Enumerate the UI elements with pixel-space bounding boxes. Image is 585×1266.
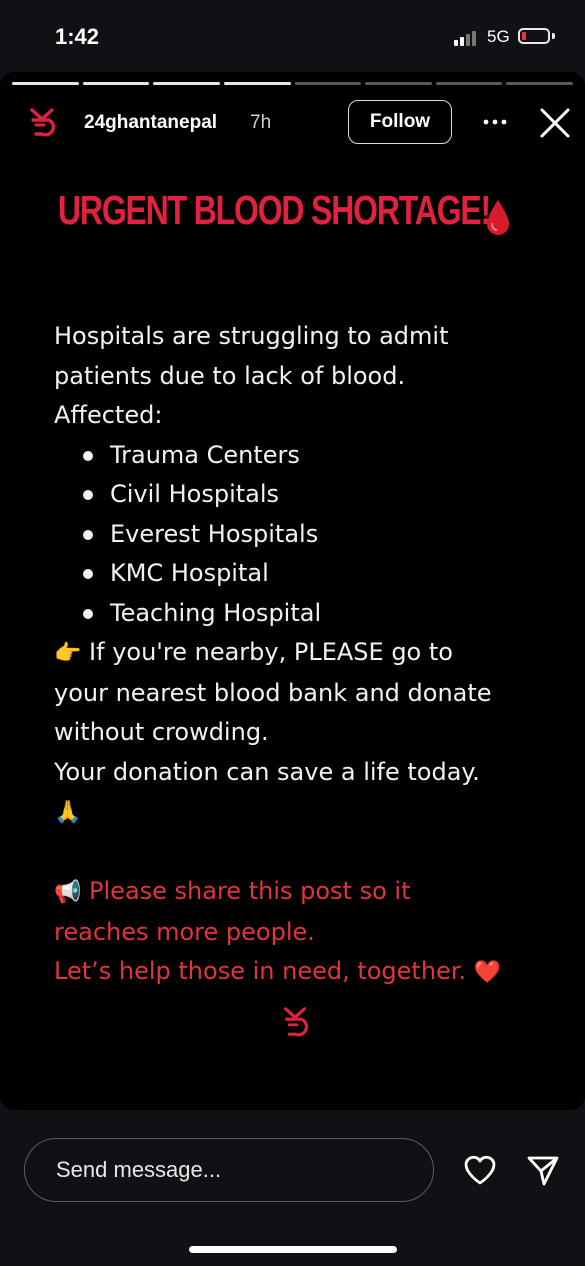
story-header: 24ghantanepal 7h Follow bbox=[0, 98, 585, 150]
brand-logo-icon bbox=[280, 1004, 310, 1040]
more-icon[interactable] bbox=[482, 112, 508, 132]
list-item: Teaching Hospital bbox=[54, 594, 574, 634]
status-time: 1:42 bbox=[55, 24, 100, 49]
red-heart-icon: ❤️ bbox=[473, 960, 502, 985]
cta-line: your nearest blood bank and donate bbox=[54, 678, 492, 707]
megaphone-icon: 📢 bbox=[54, 880, 82, 905]
pointing-hand-icon: 👉 bbox=[54, 641, 82, 666]
progress-segment bbox=[294, 82, 362, 85]
story-time-ago: 7h bbox=[250, 112, 272, 133]
blood-drop-icon bbox=[484, 198, 512, 238]
donation-line: Your donation can save a life today. bbox=[54, 757, 480, 786]
follow-button[interactable]: Follow bbox=[348, 100, 452, 144]
battery-tip bbox=[552, 33, 555, 39]
list-item: Trauma Centers bbox=[54, 436, 574, 476]
status-bar: 1:42 5G bbox=[0, 0, 585, 72]
close-icon[interactable] bbox=[538, 106, 572, 140]
cta-line: without crowding. bbox=[54, 718, 269, 746]
list-item: Everest Hospitals bbox=[54, 515, 574, 555]
heart-icon[interactable] bbox=[462, 1152, 498, 1188]
signal-icon bbox=[454, 30, 478, 46]
story-viewer[interactable]: 24ghantanepal 7h Follow URGENT BLOOD SHO… bbox=[0, 72, 585, 1110]
share-line: 📢 Please share this post so it bbox=[54, 872, 574, 913]
home-indicator[interactable] bbox=[189, 1246, 397, 1253]
progress-segment bbox=[12, 82, 79, 85]
send-message-input[interactable]: Send message... bbox=[24, 1138, 434, 1202]
story-headline: URGENT BLOOD SHORTAGE! bbox=[58, 187, 491, 233]
intro-line: patients due to lack of blood. bbox=[54, 361, 406, 390]
pray-line: 🙏 bbox=[54, 792, 574, 833]
intro-line: Hospitals are struggling to admit bbox=[54, 322, 449, 350]
list-item: KMC Hospital bbox=[54, 554, 574, 594]
story-username[interactable]: 24ghantanepal bbox=[84, 112, 217, 134]
story-body: Hospitals are struggling to admit patien… bbox=[54, 317, 574, 993]
share-line: reaches more people. bbox=[54, 917, 315, 946]
list-item: Civil Hospitals bbox=[54, 475, 574, 515]
progress-segment bbox=[506, 82, 573, 85]
help-text: Let’s help those in need, together. bbox=[54, 957, 474, 985]
progress-segment bbox=[82, 82, 150, 85]
affected-list: Trauma Centers Civil Hospitals Everest H… bbox=[54, 436, 574, 634]
share-text: Please share this post so it bbox=[81, 877, 411, 905]
progress-segment bbox=[153, 82, 220, 85]
send-icon[interactable] bbox=[525, 1152, 561, 1188]
praying-hands-icon: 🙏 bbox=[54, 800, 82, 825]
affected-label: Affected: bbox=[54, 401, 163, 429]
help-line: Let’s help those in need, together. ❤️ bbox=[54, 952, 574, 993]
battery-icon bbox=[518, 28, 550, 44]
progress-segment bbox=[435, 82, 503, 85]
brand-logo-icon[interactable] bbox=[26, 106, 58, 138]
cta-line: 👉 If you're nearby, PLEASE go to bbox=[54, 633, 574, 674]
network-type: 5G bbox=[487, 27, 510, 46]
progress-segment bbox=[223, 82, 291, 85]
progress-segment bbox=[365, 82, 432, 85]
message-placeholder: Send message... bbox=[56, 1157, 222, 1182]
cta-text: If you're nearby, PLEASE go to bbox=[81, 638, 453, 666]
story-progress bbox=[12, 82, 573, 85]
